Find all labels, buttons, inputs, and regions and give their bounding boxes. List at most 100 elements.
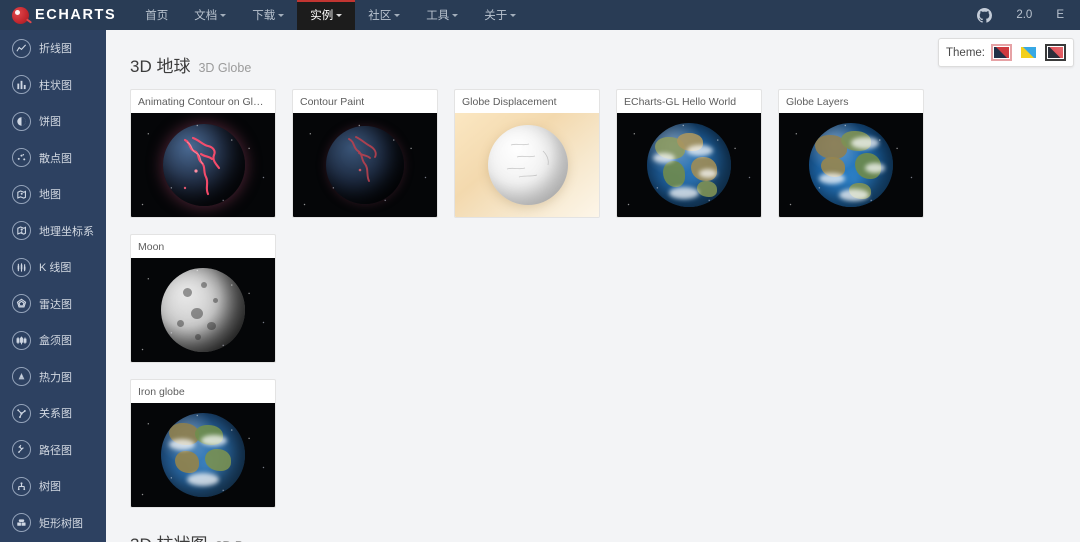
brand-logo[interactable]: ECHARTS bbox=[0, 0, 132, 30]
sidebar-item-label: 饼图 bbox=[39, 116, 61, 129]
example-card[interactable]: Globe Displacement bbox=[454, 89, 600, 218]
sidebar-item-label: 雷达图 bbox=[39, 298, 72, 311]
sidebar-item-label: 散点图 bbox=[39, 152, 72, 165]
nav-right-group: 2.0 E bbox=[965, 0, 1080, 30]
example-grid-3d-globe-row2: Iron globe bbox=[106, 379, 1080, 508]
sidebar-item-label: 柱状图 bbox=[39, 79, 72, 92]
nav-item-download[interactable]: 下载 bbox=[239, 0, 297, 30]
sidebar-item-line[interactable]: 折线图 bbox=[0, 30, 106, 67]
chart-type-sidebar[interactable]: 折线图 柱状图 饼图 散点图 地图 地理坐标系 K 线图 雷达图 盒须图 热力图… bbox=[0, 30, 106, 542]
example-thumbnail[interactable] bbox=[293, 113, 437, 217]
section-title-cn: 3D 柱状图 bbox=[130, 530, 207, 542]
chevron-down-icon bbox=[278, 13, 285, 17]
pie-chart-icon bbox=[12, 111, 31, 131]
heatmap-icon bbox=[12, 367, 31, 387]
chevron-down-icon bbox=[336, 13, 343, 17]
lines-path-icon bbox=[12, 440, 31, 460]
section-header-3d-globe: 3D 地球 3D Globe bbox=[106, 30, 1080, 89]
chevron-down-icon bbox=[220, 13, 227, 17]
version-label: 2.0 bbox=[1016, 9, 1033, 21]
candlestick-icon bbox=[12, 257, 31, 277]
section-header-3d-bar: 3D 柱状图 3D Bar bbox=[106, 508, 1080, 542]
echarts-logo-icon bbox=[12, 6, 29, 24]
nav-item-home[interactable]: 首页 bbox=[132, 0, 181, 30]
sidebar-item-label: 矩形树图 bbox=[39, 517, 83, 530]
example-thumbnail[interactable] bbox=[617, 113, 761, 217]
example-card[interactable]: Moon bbox=[130, 234, 276, 363]
language-selector[interactable]: E bbox=[1044, 9, 1076, 21]
example-card[interactable]: Contour Paint bbox=[292, 89, 438, 218]
nav-item-label: 工具 bbox=[426, 10, 450, 22]
nav-item-label: 实例 bbox=[310, 10, 334, 22]
sidebar-item-pie[interactable]: 饼图 bbox=[0, 103, 106, 140]
example-card[interactable]: Iron globe bbox=[130, 379, 276, 508]
sidebar-item-tree[interactable]: 树图 bbox=[0, 468, 106, 505]
nav-item-label: 关于 bbox=[484, 10, 508, 22]
example-card-title: Globe Layers bbox=[786, 96, 849, 108]
top-navigation-bar: ECHARTS 首页 文档 下载 实例 社区 工具 关于 2.0 E bbox=[0, 0, 1080, 30]
example-card-title: Contour Paint bbox=[300, 96, 365, 108]
github-link[interactable] bbox=[965, 7, 1004, 23]
example-grid-3d-globe: Animating Contour on Globe Contour Paint… bbox=[106, 89, 1080, 363]
sidebar-item-map[interactable]: 地图 bbox=[0, 176, 106, 213]
theme-swatch-red-dark[interactable] bbox=[1045, 44, 1066, 61]
example-thumbnail[interactable] bbox=[455, 113, 599, 217]
sidebar-item-geo[interactable]: 地理坐标系 bbox=[0, 213, 106, 250]
section-title-cn: 3D 地球 bbox=[130, 57, 191, 76]
nav-item-label: 下载 bbox=[252, 10, 276, 22]
sidebar-item-treemap[interactable]: 矩形树图 bbox=[0, 505, 106, 542]
chevron-down-icon bbox=[452, 13, 459, 17]
bar-chart-icon bbox=[12, 75, 31, 95]
example-card[interactable]: Animating Contour on Globe bbox=[130, 89, 276, 218]
example-thumbnail[interactable] bbox=[779, 113, 923, 217]
sidebar-item-graph[interactable]: 关系图 bbox=[0, 395, 106, 432]
examples-gallery: Theme: 3D 地球 3D Globe Animating Contour … bbox=[106, 30, 1080, 542]
sidebar-item-label: 折线图 bbox=[39, 43, 72, 56]
sidebar-item-boxplot[interactable]: 盒须图 bbox=[0, 322, 106, 359]
sidebar-item-bar[interactable]: 柱状图 bbox=[0, 67, 106, 104]
section-title-en: 3D Globe bbox=[198, 61, 252, 75]
chevron-down-icon bbox=[510, 13, 517, 17]
sidebar-item-label: K 线图 bbox=[39, 262, 72, 275]
nav-item-community[interactable]: 社区 bbox=[355, 0, 413, 30]
theme-swatch-blue-yellow[interactable] bbox=[1018, 44, 1039, 61]
scatter-chart-icon bbox=[12, 148, 31, 168]
radar-chart-icon bbox=[12, 294, 31, 314]
theme-picker[interactable]: Theme: bbox=[938, 38, 1074, 67]
nav-item-examples[interactable]: 实例 bbox=[297, 0, 356, 30]
nav-item-label: 首页 bbox=[145, 10, 169, 22]
sidebar-item-radar[interactable]: 雷达图 bbox=[0, 286, 106, 323]
line-chart-icon bbox=[12, 38, 31, 58]
nav-item-docs[interactable]: 文档 bbox=[181, 0, 239, 30]
graph-relation-icon bbox=[12, 403, 31, 423]
language-label: E bbox=[1056, 9, 1064, 21]
example-card[interactable]: ECharts-GL Hello World bbox=[616, 89, 762, 218]
sidebar-item-lines[interactable]: 路径图 bbox=[0, 432, 106, 469]
nav-item-label: 社区 bbox=[368, 10, 392, 22]
tree-icon bbox=[12, 476, 31, 496]
example-card-title: Animating Contour on Globe bbox=[138, 96, 271, 108]
nav-item-about[interactable]: 关于 bbox=[471, 0, 529, 30]
sidebar-item-candlestick[interactable]: K 线图 bbox=[0, 249, 106, 286]
theme-swatch-dark-red[interactable] bbox=[991, 44, 1012, 61]
sidebar-item-scatter[interactable]: 散点图 bbox=[0, 140, 106, 177]
example-card[interactable]: Globe Layers bbox=[778, 89, 924, 218]
chevron-down-icon bbox=[394, 13, 401, 17]
sidebar-item-heatmap[interactable]: 热力图 bbox=[0, 359, 106, 396]
example-thumbnail[interactable] bbox=[131, 113, 275, 217]
version-selector[interactable]: 2.0 bbox=[1004, 9, 1044, 21]
sidebar-item-label: 关系图 bbox=[39, 408, 72, 421]
sidebar-item-label: 地图 bbox=[39, 189, 61, 202]
example-card-title: Globe Displacement bbox=[462, 96, 557, 108]
sidebar-item-label: 热力图 bbox=[39, 371, 72, 384]
github-icon bbox=[977, 7, 993, 23]
sidebar-item-label: 树图 bbox=[39, 481, 61, 494]
example-card-title: Iron globe bbox=[138, 386, 185, 398]
nav-item-tools[interactable]: 工具 bbox=[413, 0, 471, 30]
boxplot-icon bbox=[12, 330, 31, 350]
theme-picker-label: Theme: bbox=[946, 46, 985, 59]
example-thumbnail[interactable] bbox=[131, 258, 275, 362]
treemap-icon bbox=[12, 513, 31, 533]
map-icon bbox=[12, 184, 31, 204]
example-thumbnail[interactable] bbox=[131, 403, 275, 507]
